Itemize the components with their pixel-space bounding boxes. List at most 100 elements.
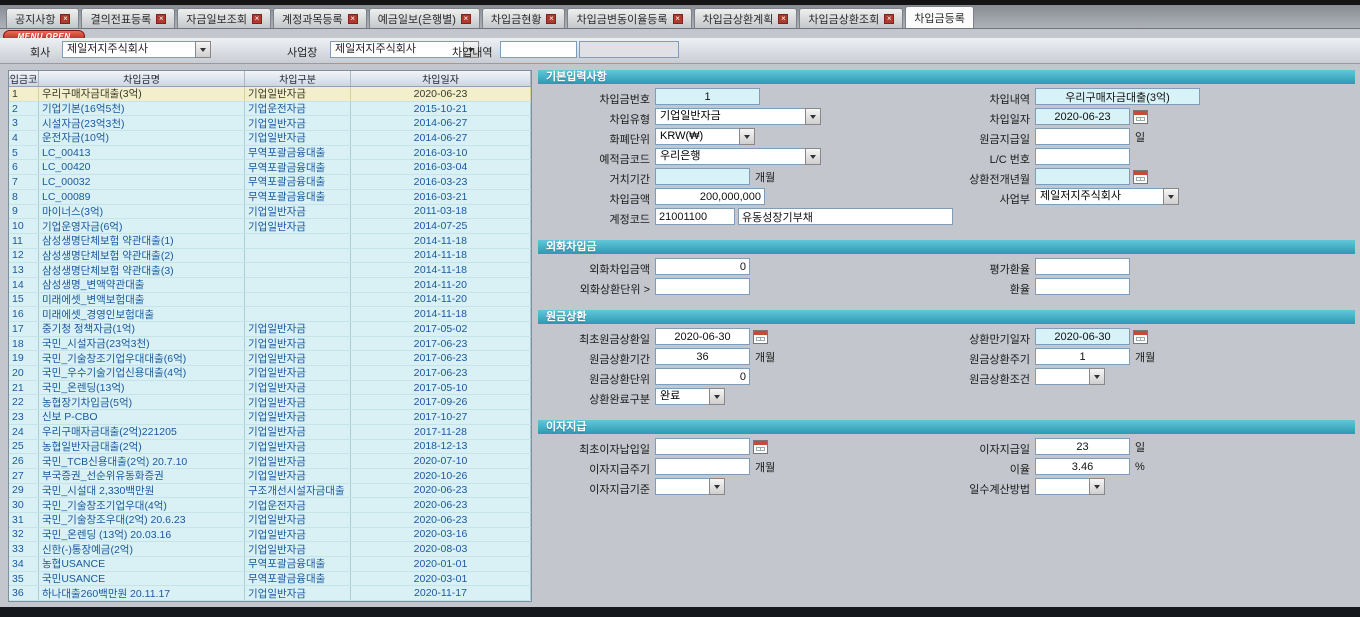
table-row[interactable]: 35국민USANCE무역포괄금융대출2020-03-01	[9, 572, 531, 587]
table-row[interactable]: 18국민_시설자금(23억3천)기업일반자금2017-06-23	[9, 337, 531, 352]
table-row[interactable]: 27부국증권_선순위유동화증권기업일반자금2020-10-26	[9, 469, 531, 484]
tab-close-icon[interactable]: ×	[60, 14, 70, 24]
repay-condition-select[interactable]	[1035, 368, 1105, 385]
deposit-code-select[interactable]: 우리은행	[655, 148, 821, 165]
loan-desc-input[interactable]	[1035, 88, 1200, 105]
column-header[interactable]: 차입금명	[39, 71, 245, 86]
loan-no-input[interactable]	[655, 88, 760, 105]
tab-item[interactable]: 공지사항×	[6, 8, 79, 28]
table-row[interactable]: 26국민_TCB신용대출(2억) 20.7.10기업일반자금2020-07-10	[9, 454, 531, 469]
table-row[interactable]: 33신한(-)통장예금(2억)기업일반자금2020-08-03	[9, 542, 531, 557]
interest-cycle-input[interactable]	[655, 458, 750, 475]
chevron-down-icon[interactable]	[709, 478, 725, 495]
tab-item[interactable]: 자금일보조회×	[177, 8, 271, 28]
table-row[interactable]: 22농협장기차입금(5억)기업일반자금2017-09-26	[9, 395, 531, 410]
table-row[interactable]: 30국민_기술창조기업우대(4억)기업운전자금2020-06-23	[9, 498, 531, 513]
interest-pay-day-input[interactable]	[1035, 438, 1130, 455]
table-row[interactable]: 21국민_온렌딩(13억)기업일반자금2017-05-10	[9, 381, 531, 396]
table-row[interactable]: 9마이너스(3억)기업일반자금2011-03-18	[9, 205, 531, 220]
loan-type-select[interactable]: 기업일반자금	[655, 108, 821, 125]
table-row[interactable]: 11삼성생명단체보험 약관대출(1)2014-11-18	[9, 234, 531, 249]
table-row[interactable]: 16미래에셋_경영인보험대출2014-11-18	[9, 307, 531, 322]
table-row[interactable]: 23신보 P-CBO기업일반자금2017-10-27	[9, 410, 531, 425]
tab-close-icon[interactable]: ×	[884, 14, 894, 24]
chevron-down-icon[interactable]	[709, 388, 725, 405]
tab-item[interactable]: 차입금변동이율등록×	[567, 8, 691, 28]
table-row[interactable]: 3시설자금(23억3천)기업일반자금2014-06-27	[9, 116, 531, 131]
column-header[interactable]: 차입금코드	[9, 71, 39, 86]
account-name-input[interactable]	[738, 208, 953, 225]
calendar-icon[interactable]	[1133, 330, 1148, 344]
tab-active[interactable]: 차입금등록	[905, 6, 974, 28]
maturity-date-input[interactable]	[1035, 328, 1130, 345]
tab-close-icon[interactable]: ×	[546, 14, 556, 24]
table-row[interactable]: 29국민_시설대 2,330백만원구조개선시설자금대출2020-06-23	[9, 484, 531, 499]
table-row[interactable]: 31국민_기술창조우대(2억) 20.6.23기업일반자금2020-06-23	[9, 513, 531, 528]
tab-close-icon[interactable]: ×	[348, 14, 358, 24]
first-repay-date-input[interactable]	[655, 328, 750, 345]
account-code-input[interactable]	[655, 208, 735, 225]
table-row[interactable]: 32국민_온렌딩 (13억) 20.03.16기업일반자금2020-03-16	[9, 528, 531, 543]
column-header[interactable]: 차입일자	[351, 71, 531, 86]
table-row[interactable]: 36하나대출260백만원 20.11.17기업일반자금2020-11-17	[9, 586, 531, 601]
table-row[interactable]: 15미래에셋_변액보험대출2014-11-20	[9, 293, 531, 308]
company-select[interactable]: 제일저지주식회사	[62, 41, 211, 58]
chevron-down-icon[interactable]	[1089, 368, 1105, 385]
repay-unit-input[interactable]	[655, 368, 750, 385]
chevron-down-icon[interactable]	[805, 148, 821, 165]
tab-close-icon[interactable]: ×	[461, 14, 471, 24]
chevron-down-icon[interactable]	[739, 128, 755, 145]
table-row[interactable]: 10기업운영자금(6억)기업일반자금2014-07-25	[9, 219, 531, 234]
tab-close-icon[interactable]: ×	[252, 14, 262, 24]
loan-date-input[interactable]	[1035, 108, 1130, 125]
table-row[interactable]: 14삼성생명_변액약관대출2014-11-20	[9, 278, 531, 293]
table-row[interactable]: 6LC_00420무역포괄금융대출2016-03-04	[9, 160, 531, 175]
interest-rate-input[interactable]	[1035, 458, 1130, 475]
table-row[interactable]: 17중기청 정책자금(1억)기업일반자금2017-05-02	[9, 322, 531, 337]
table-row[interactable]: 13삼성생명단체보험 약관대출(3)2014-11-18	[9, 263, 531, 278]
calendar-icon[interactable]	[1133, 110, 1148, 124]
repay-complete-select[interactable]: 완료	[655, 388, 725, 405]
calendar-icon[interactable]	[753, 330, 768, 344]
calendar-icon[interactable]	[753, 440, 768, 454]
table-row[interactable]: 34농협USANCE무역포괄금융대출2020-01-01	[9, 557, 531, 572]
table-row[interactable]: 2기업기본(16억5천)기업운전자금2015-10-21	[9, 102, 531, 117]
table-row[interactable]: 5LC_00413무역포괄금융대출2016-03-10	[9, 146, 531, 161]
tab-close-icon[interactable]: ×	[673, 14, 683, 24]
tab-item[interactable]: 차입금상환계획×	[694, 8, 798, 28]
fx-unit-input[interactable]	[655, 278, 750, 295]
grace-period-input[interactable]	[655, 168, 750, 185]
tab-item[interactable]: 계정과목등록×	[273, 8, 367, 28]
principal-pay-day-input[interactable]	[1035, 128, 1130, 145]
tab-close-icon[interactable]: ×	[156, 14, 166, 24]
tab-item[interactable]: 차입금상환조회×	[799, 8, 903, 28]
table-row[interactable]: 24우리구매자금대출(2억)221205기업일반자금2017-11-28	[9, 425, 531, 440]
loan-detail-name-input[interactable]	[579, 41, 679, 58]
fx-amount-input[interactable]	[655, 258, 750, 275]
division-select[interactable]: 제일저지주식회사	[1035, 188, 1179, 205]
pre-repay-ym-input[interactable]	[1035, 168, 1130, 185]
calendar-icon[interactable]	[1133, 170, 1148, 184]
table-row[interactable]: 8LC_00089무역포괄금융대출2016-03-21	[9, 190, 531, 205]
repay-period-input[interactable]	[655, 348, 750, 365]
tab-item[interactable]: 결의전표등록×	[81, 8, 175, 28]
loan-detail-code-input[interactable]	[500, 41, 577, 58]
column-header[interactable]: 차입구분	[245, 71, 351, 86]
loan-amount-input[interactable]	[655, 188, 765, 205]
first-interest-date-input[interactable]	[655, 438, 750, 455]
eval-rate-input[interactable]	[1035, 258, 1130, 275]
lc-no-input[interactable]	[1035, 148, 1130, 165]
chevron-down-icon[interactable]	[195, 41, 211, 58]
table-row[interactable]: 25농협일반자금대출(2억)기업일반자금2018-12-13	[9, 440, 531, 455]
table-row[interactable]: 12삼성생명단체보험 약관대출(2)2014-11-18	[9, 249, 531, 264]
table-row[interactable]: 19국민_기술창조기업우대대출(6억)기업일반자금2017-06-23	[9, 351, 531, 366]
table-row[interactable]: 1우리구매자금대출(3억)기업일반자금2020-06-23	[9, 87, 531, 102]
table-row[interactable]: 4운전자금(10억)기업일반자금2014-06-27	[9, 131, 531, 146]
currency-select[interactable]: KRW(₩)	[655, 128, 755, 145]
day-calc-select[interactable]	[1035, 478, 1105, 495]
repay-cycle-input[interactable]	[1035, 348, 1130, 365]
chevron-down-icon[interactable]	[1089, 478, 1105, 495]
table-row[interactable]: 7LC_00032무역포괄금융대출2016-03-23	[9, 175, 531, 190]
chevron-down-icon[interactable]	[805, 108, 821, 125]
tab-item[interactable]: 차입금현황×	[482, 8, 566, 28]
